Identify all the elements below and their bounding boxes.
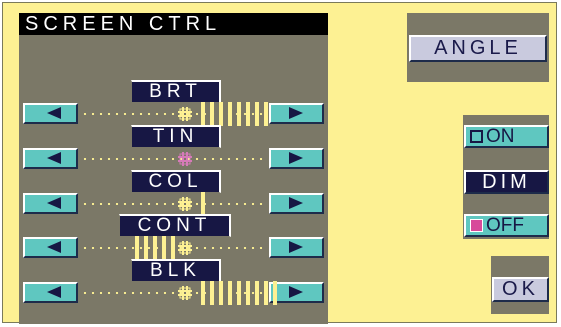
on-indicator-icon: [470, 130, 483, 143]
dim-button[interactable]: DIM: [464, 170, 549, 194]
slider-level-bar: [219, 281, 223, 305]
slider-level-bar: [255, 281, 259, 305]
slider-track: [81, 203, 265, 205]
ok-panel: OK: [491, 256, 549, 314]
brt-label: BRT: [131, 80, 221, 103]
mode-panel: ON DIM OFF: [463, 115, 549, 239]
right-triangle-icon: [289, 152, 303, 164]
blk-increase-button[interactable]: [269, 282, 324, 303]
tin-slider[interactable]: [81, 146, 265, 172]
slider-level-bar: [237, 281, 241, 305]
slider-marker-icon[interactable]: [178, 241, 192, 255]
blk-label: BLK: [131, 259, 221, 282]
angle-panel: ANGLE: [407, 13, 549, 82]
ok-button[interactable]: OK: [492, 277, 549, 302]
brt-slider[interactable]: [81, 101, 268, 127]
left-triangle-icon: [47, 286, 61, 298]
col-increase-button[interactable]: [269, 193, 324, 214]
slider-level-bar: [201, 102, 205, 126]
slider-level-bar: [246, 102, 250, 126]
slider-level-bar: [237, 102, 241, 126]
cont-increase-button[interactable]: [269, 237, 324, 258]
cont-slider[interactable]: [81, 235, 265, 261]
slider-level-bar: [153, 236, 157, 260]
slider-track: [81, 158, 265, 160]
slider-level-bar: [255, 102, 259, 126]
screen-ctrl-window: SCREEN CTRL BRT TIN COL CONT BLK ANGLE O…: [2, 2, 557, 324]
slider-level-bar: [144, 236, 148, 260]
slider-marker-icon[interactable]: [178, 197, 192, 211]
slider-level-bar: [246, 281, 250, 305]
slider-level-bar: [201, 192, 205, 216]
brt-decrease-button[interactable]: [23, 103, 78, 124]
col-decrease-button[interactable]: [23, 193, 78, 214]
cont-decrease-button[interactable]: [23, 237, 78, 258]
slider-level-bar: [201, 281, 205, 305]
right-triangle-icon: [289, 241, 303, 253]
right-triangle-icon: [289, 107, 303, 119]
tin-increase-button[interactable]: [269, 148, 324, 169]
off-button[interactable]: OFF: [464, 214, 549, 237]
off-indicator-icon: [470, 219, 483, 232]
slider-marker-icon[interactable]: [178, 286, 192, 300]
blk-decrease-button[interactable]: [23, 282, 78, 303]
right-triangle-icon: [289, 197, 303, 209]
left-triangle-icon: [47, 107, 61, 119]
blk-slider[interactable]: [81, 280, 277, 306]
on-button[interactable]: ON: [464, 125, 549, 148]
slider-level-bar: [228, 281, 232, 305]
slider-level-bar: [162, 236, 166, 260]
slider-level-bar: [264, 102, 268, 126]
col-label: COL: [131, 170, 221, 193]
tin-label: TIN: [131, 125, 221, 148]
cont-label: CONT: [119, 214, 231, 237]
screen-ctrl-panel: SCREEN CTRL BRT TIN COL CONT BLK: [19, 13, 328, 324]
slider-level-bar: [135, 236, 139, 260]
off-label: OFF: [486, 215, 524, 236]
brt-increase-button[interactable]: [269, 103, 324, 124]
slider-level-bar: [264, 281, 268, 305]
slider-marker-icon[interactable]: [178, 152, 192, 166]
on-label: ON: [486, 126, 515, 147]
left-triangle-icon: [47, 197, 61, 209]
slider-level-bar: [171, 236, 175, 260]
slider-level-bar: [228, 102, 232, 126]
slider-level-bar: [210, 102, 214, 126]
tin-decrease-button[interactable]: [23, 148, 78, 169]
left-triangle-icon: [47, 241, 61, 253]
angle-button[interactable]: ANGLE: [409, 35, 547, 62]
left-triangle-icon: [47, 152, 61, 164]
slider-level-bar: [273, 281, 277, 305]
slider-level-bar: [219, 102, 223, 126]
right-triangle-icon: [289, 286, 303, 298]
panel-title: SCREEN CTRL: [19, 13, 328, 35]
slider-level-bar: [210, 281, 214, 305]
slider-marker-icon[interactable]: [178, 107, 192, 121]
